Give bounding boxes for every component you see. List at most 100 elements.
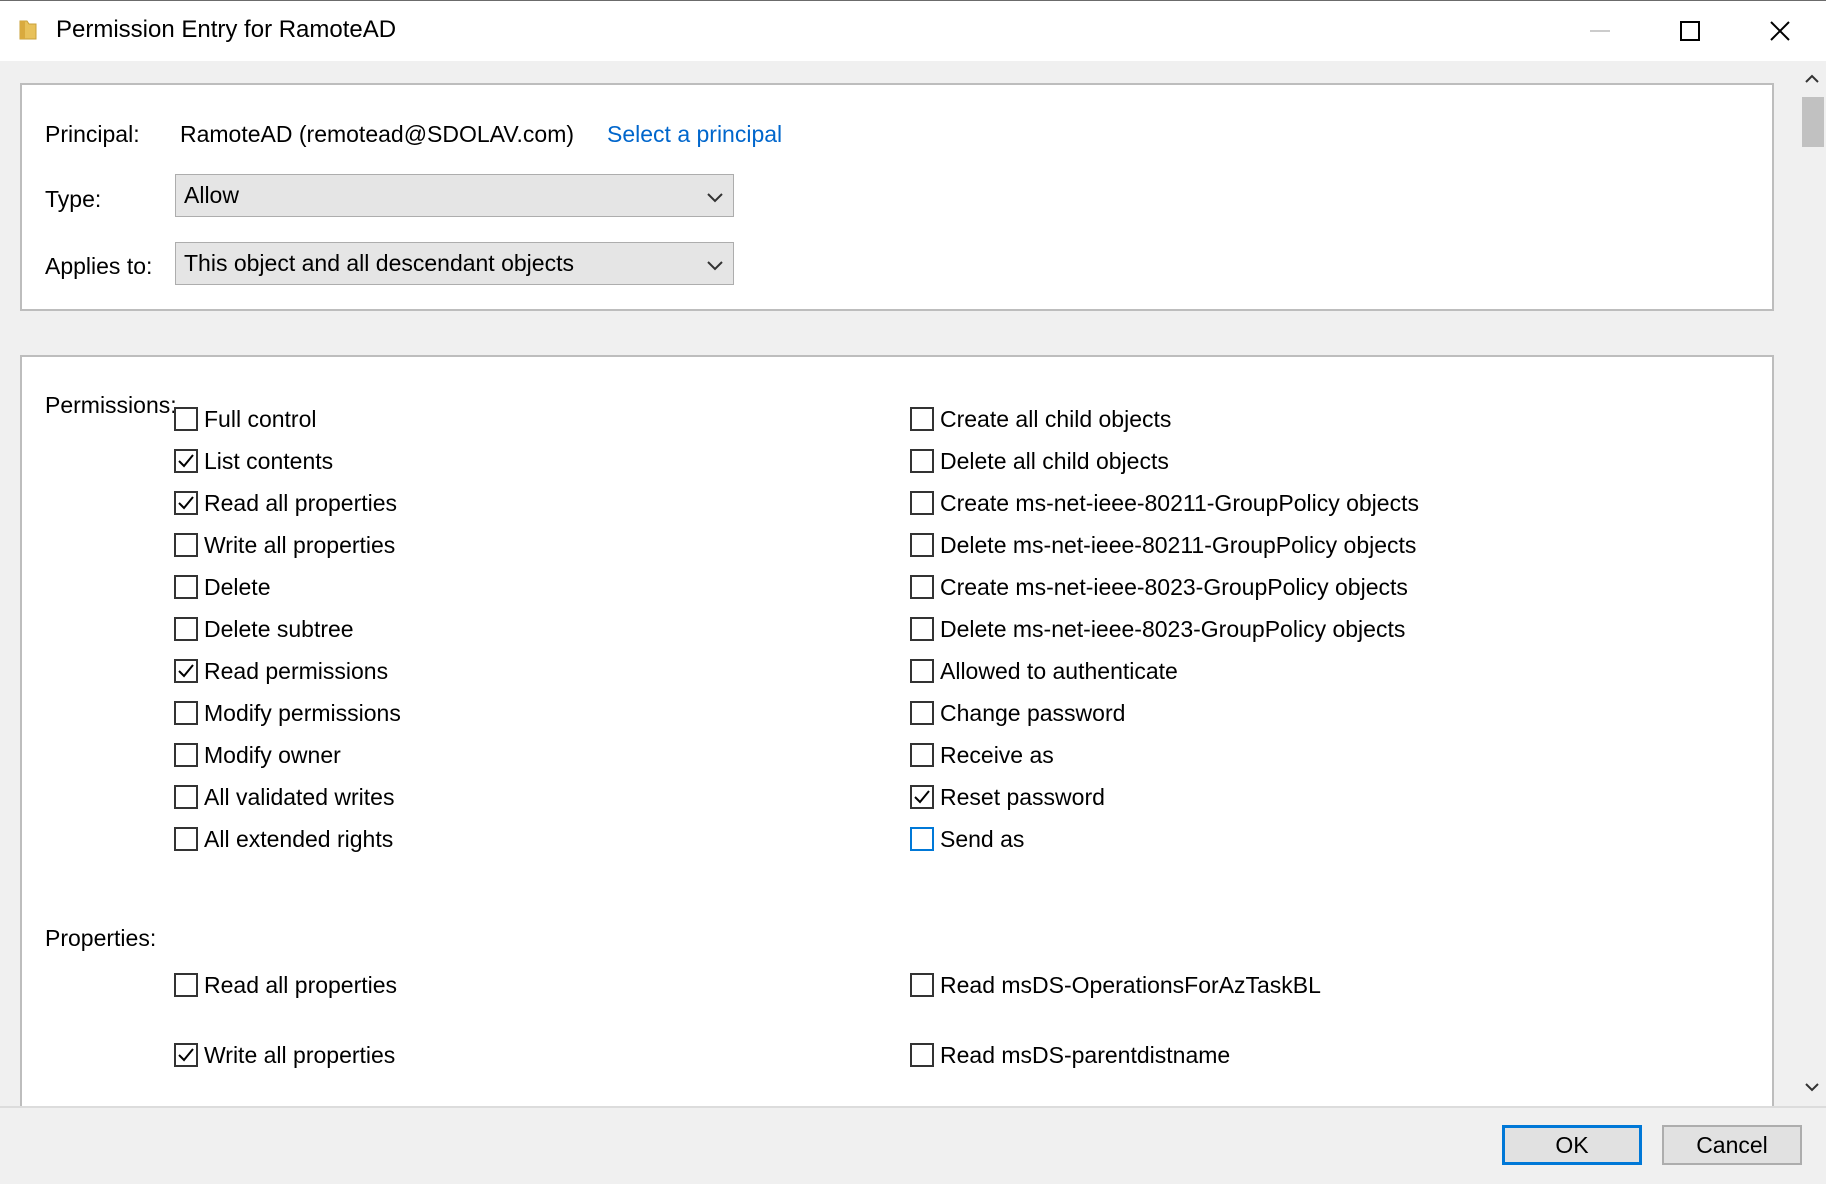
checked-checkbox[interactable]: [174, 1043, 198, 1067]
checkbox-label: Read msDS-OperationsForAzTaskBL: [940, 971, 1321, 998]
checkbox-label: Create ms-net-ieee-8023-GroupPolicy obje…: [940, 573, 1408, 600]
title-bar: Permission Entry for RamoteAD: [0, 0, 1826, 61]
checked-checkbox[interactable]: [174, 449, 198, 473]
checkbox[interactable]: [174, 973, 198, 997]
chevron-down-icon: [707, 261, 723, 271]
checkbox[interactable]: [174, 743, 198, 767]
permission-checkbox-row[interactable]: Read msDS-parentdistname: [910, 1039, 1230, 1071]
maximize-icon: [1680, 21, 1700, 41]
permission-checkbox-row[interactable]: Send as: [910, 823, 1024, 855]
checkbox-label: Create all child objects: [940, 405, 1172, 432]
principal-value: RamoteAD (remotead@SDOLAV.com): [180, 121, 575, 147]
checkbox[interactable]: [910, 449, 934, 473]
vertical-scrollbar[interactable]: [1798, 61, 1826, 1106]
checkbox[interactable]: [910, 827, 934, 851]
checkbox[interactable]: [174, 575, 198, 599]
checkbox-label: List contents: [204, 447, 334, 474]
folder-icon: [19, 20, 37, 40]
checkbox-label: Create ms-net-ieee-80211-GroupPolicy obj…: [940, 489, 1419, 516]
checkbox[interactable]: [910, 575, 934, 599]
permissions-label: Permissions:: [45, 392, 177, 418]
permission-checkbox-row[interactable]: Delete: [174, 571, 270, 603]
permission-checkbox-row[interactable]: Modify owner: [174, 739, 341, 771]
checkbox-label: Modify owner: [204, 741, 341, 768]
checkbox[interactable]: [174, 617, 198, 641]
checkbox-label: Full control: [204, 405, 317, 432]
checkbox-label: Delete ms-net-ieee-8023-GroupPolicy obje…: [940, 615, 1406, 642]
ok-button[interactable]: OK: [1502, 1125, 1642, 1165]
checkbox[interactable]: [910, 407, 934, 431]
checkbox[interactable]: [174, 827, 198, 851]
permission-checkbox-row[interactable]: Full control: [174, 403, 316, 435]
applies-to-select-value: This object and all descendant objects: [184, 250, 574, 276]
permission-checkbox-row[interactable]: List contents: [174, 445, 333, 477]
checkbox[interactable]: [174, 701, 198, 725]
checkbox[interactable]: [910, 701, 934, 725]
checkbox-label: Allowed to authenticate: [940, 657, 1178, 684]
checkmark-icon: [178, 664, 194, 678]
scroll-down-icon[interactable]: [1804, 1079, 1820, 1095]
permission-checkbox-row[interactable]: Modify permissions: [174, 697, 401, 729]
checked-checkbox[interactable]: [174, 491, 198, 515]
permission-checkbox-row[interactable]: Delete ms-net-ieee-80211-GroupPolicy obj…: [910, 529, 1416, 561]
permission-checkbox-row[interactable]: Delete ms-net-ieee-8023-GroupPolicy obje…: [910, 613, 1405, 645]
permission-checkbox-row[interactable]: Read all properties: [174, 969, 397, 1001]
permission-checkbox-row[interactable]: Change password: [910, 697, 1125, 729]
checkbox[interactable]: [910, 659, 934, 683]
permission-checkbox-row[interactable]: Delete subtree: [174, 613, 354, 645]
applies-to-label: Applies to:: [45, 253, 153, 279]
checkbox-label: Read permissions: [204, 657, 389, 684]
checkbox[interactable]: [910, 617, 934, 641]
permission-checkbox-row[interactable]: Read all properties: [174, 487, 397, 519]
checkbox[interactable]: [910, 533, 934, 557]
permission-checkbox-row[interactable]: Create ms-net-ieee-8023-GroupPolicy obje…: [910, 571, 1408, 603]
checkbox-label: Delete ms-net-ieee-80211-GroupPolicy obj…: [940, 531, 1417, 558]
checkbox-label: Read msDS-parentdistname: [940, 1041, 1231, 1068]
checkmark-icon: [178, 454, 194, 468]
permission-checkbox-row[interactable]: Read msDS-OperationsForAzTaskBL: [910, 969, 1321, 1001]
permission-checkbox-row[interactable]: Create ms-net-ieee-80211-GroupPolicy obj…: [910, 487, 1419, 519]
maximize-button[interactable]: [1645, 1, 1735, 61]
checkbox-label: Write all properties: [204, 531, 396, 558]
checkbox[interactable]: [174, 533, 198, 557]
checkbox-label: Send as: [940, 825, 1025, 852]
checkbox-label: Delete: [204, 573, 271, 600]
checkbox-label: All validated writes: [204, 783, 395, 810]
scrollbar-thumb[interactable]: [1802, 97, 1824, 147]
minimize-button[interactable]: [1555, 1, 1645, 61]
select-principal-link[interactable]: Select a principal: [607, 121, 782, 148]
checkbox[interactable]: [910, 743, 934, 767]
checkbox[interactable]: [174, 407, 198, 431]
close-button[interactable]: [1735, 1, 1825, 61]
permission-checkbox-row[interactable]: Reset password: [910, 781, 1105, 813]
permission-checkbox-row[interactable]: Write all properties: [174, 1039, 395, 1071]
properties-label: Properties:: [45, 925, 157, 951]
permission-checkbox-row[interactable]: All extended rights: [174, 823, 393, 855]
checked-checkbox[interactable]: [910, 785, 934, 809]
checked-checkbox[interactable]: [174, 659, 198, 683]
permission-checkbox-row[interactable]: Allowed to authenticate: [910, 655, 1178, 687]
permission-checkbox-row[interactable]: Delete all child objects: [910, 445, 1169, 477]
permission-checkbox-row[interactable]: All validated writes: [174, 781, 394, 813]
checkbox[interactable]: [910, 1043, 934, 1067]
checkbox[interactable]: [174, 785, 198, 809]
dialog-footer: OK Cancel: [0, 1106, 1826, 1184]
permission-checkbox-row[interactable]: Read permissions: [174, 655, 388, 687]
type-select[interactable]: Allow: [175, 174, 734, 217]
permission-checkbox-row[interactable]: Create all child objects: [910, 403, 1171, 435]
principal-label: Principal:: [45, 121, 140, 147]
checkbox-label: Read all properties: [204, 971, 398, 998]
close-icon: [1770, 21, 1790, 41]
checkbox[interactable]: [910, 491, 934, 515]
permission-checkbox-row[interactable]: Receive as: [910, 739, 1054, 771]
cancel-button[interactable]: Cancel: [1662, 1125, 1802, 1165]
scroll-up-icon[interactable]: [1804, 71, 1820, 87]
checkmark-icon: [178, 496, 194, 510]
chevron-down-icon: [707, 193, 723, 203]
type-select-value: Allow: [184, 182, 239, 208]
window-title: Permission Entry for RamoteAD: [56, 16, 397, 43]
checkbox-label: Change password: [940, 699, 1126, 726]
permission-checkbox-row[interactable]: Write all properties: [174, 529, 395, 561]
checkbox[interactable]: [910, 973, 934, 997]
applies-to-select[interactable]: This object and all descendant objects: [175, 242, 734, 285]
